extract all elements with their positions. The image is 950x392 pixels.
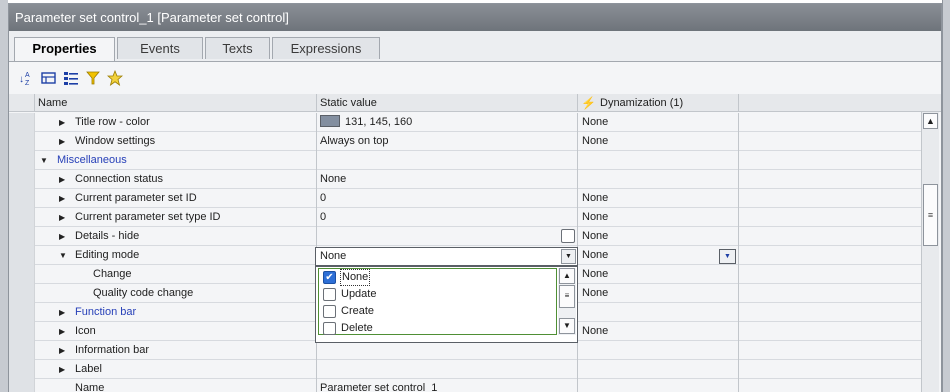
grid-header: Name Static value ⚡ Dynamization (1) <box>9 94 941 112</box>
expand-arrow-icon[interactable]: ▶ <box>59 322 65 341</box>
scroll-down-icon[interactable]: ▼ <box>559 318 575 334</box>
row-label: Editing mode <box>75 249 140 261</box>
table-row[interactable]: ▶ Information bar <box>9 341 921 360</box>
header-dynamization[interactable]: ⚡ Dynamization (1) <box>578 94 739 112</box>
row-label: Connection status <box>75 173 164 185</box>
checkbox-icon[interactable] <box>323 322 336 335</box>
chevron-down-icon[interactable]: ▼ <box>561 249 576 264</box>
editing-mode-dropdown: ✔ None Update Create Delete ▲ ≡ ▼ <box>315 266 578 343</box>
expand-arrow-icon[interactable]: ▶ <box>59 170 65 189</box>
expand-arrow-icon[interactable]: ▶ <box>59 208 65 227</box>
row-static-value[interactable]: None <box>317 170 578 189</box>
tab-events[interactable]: Events <box>117 37 203 59</box>
row-dynamization[interactable]: None <box>578 322 739 341</box>
table-row[interactable]: ▶ Current parameter set ID 0 None <box>9 189 921 208</box>
tab-properties[interactable]: Properties <box>14 37 115 61</box>
header-name[interactable]: Name <box>35 94 317 112</box>
table-row[interactable]: ▶ Window settings Always on top None <box>9 132 921 151</box>
scroll-up-icon[interactable]: ▲ <box>559 268 575 284</box>
collapse-arrow-icon[interactable]: ▼ <box>40 151 48 170</box>
details-hide-checkbox[interactable] <box>561 229 575 243</box>
row-label: Function bar <box>75 306 137 318</box>
row-label: Title row - color <box>75 116 150 128</box>
table-row[interactable]: Name Parameter set control_1 <box>9 379 921 392</box>
table-row[interactable]: ▶ Label <box>9 360 921 379</box>
row-static-value[interactable]: Always on top <box>317 132 578 151</box>
row-dynamization[interactable]: None <box>578 265 739 284</box>
header-dynamization-label: Dynamization (1) <box>600 97 684 109</box>
row-dynamization[interactable] <box>578 170 739 189</box>
expand-arrow-icon[interactable]: ▶ <box>59 341 65 360</box>
row-label: Name <box>75 382 105 392</box>
expand-arrow-icon[interactable]: ▶ <box>59 113 65 132</box>
lightning-icon: ⚡ <box>581 96 596 110</box>
collapse-arrow-icon[interactable]: ▼ <box>59 246 67 265</box>
toolbar: ↓ A Z <box>9 61 941 94</box>
svg-text:↓: ↓ <box>19 74 24 85</box>
group-row[interactable]: ▼ Miscellaneous <box>9 151 921 170</box>
row-label: Icon <box>75 325 96 337</box>
svg-text:Z: Z <box>25 80 30 86</box>
expand-arrow-icon[interactable]: ▶ <box>59 360 65 379</box>
row-label: Current parameter set ID <box>75 192 197 204</box>
category-icon[interactable] <box>40 69 58 87</box>
dropdown-scrollbar[interactable]: ▲ ≡ ▼ <box>558 268 576 335</box>
row-static-value[interactable]: 0 <box>317 189 578 208</box>
background-strip-right <box>942 0 950 392</box>
table-row[interactable]: ▶ Details - hide None <box>9 227 921 246</box>
row-label: Quality code change <box>93 287 194 299</box>
scroll-thumb[interactable]: ≡ <box>923 184 938 246</box>
row-static-value: 131, 145, 160 <box>345 116 413 128</box>
checkbox-checked-icon[interactable]: ✔ <box>323 271 336 284</box>
background-strip-left <box>0 0 8 392</box>
row-label: Current parameter set type ID <box>75 211 221 223</box>
scroll-thumb[interactable]: ≡ <box>559 285 575 308</box>
row-label: Information bar <box>75 344 149 356</box>
expand-arrow-icon[interactable]: ▶ <box>59 227 65 246</box>
group-label: Miscellaneous <box>57 154 127 166</box>
dynamization-dropdown-icon[interactable]: ▼ <box>719 249 736 264</box>
tab-expressions[interactable]: Expressions <box>272 37 380 59</box>
checkbox-icon[interactable] <box>323 305 336 318</box>
row-dynamization[interactable]: None <box>578 208 739 227</box>
expand-arrow-icon[interactable]: ▶ <box>59 303 65 322</box>
row-label: Change <box>93 268 132 280</box>
header-spacer <box>9 94 35 112</box>
row-dynamization[interactable]: None <box>578 132 739 151</box>
svg-text:A: A <box>25 72 30 79</box>
color-swatch[interactable] <box>320 115 340 127</box>
table-row[interactable]: ▶ Current parameter set type ID 0 None <box>9 208 921 227</box>
expand-arrow-icon[interactable]: ▶ <box>59 132 65 151</box>
vertical-scrollbar[interactable]: ▲ ≡ <box>921 112 939 392</box>
checkbox-icon[interactable] <box>323 288 336 301</box>
row-dynamization[interactable]: None <box>578 227 739 246</box>
table-row[interactable]: ▶ Connection status None <box>9 170 921 189</box>
option-list: ✔ None Update Create Delete <box>318 268 557 335</box>
row-dynamization[interactable]: None <box>578 113 739 132</box>
expand-arrow-icon[interactable]: ▶ <box>59 189 65 208</box>
row-label: Details - hide <box>75 230 140 242</box>
property-grid: Name Static value ⚡ Dynamization (1) ▶ T… <box>9 94 941 392</box>
scroll-up-icon[interactable]: ▲ <box>923 113 938 129</box>
row-label: Window settings <box>75 135 156 147</box>
row-dynamization[interactable]: None <box>578 189 739 208</box>
row-static-value[interactable]: 0 <box>317 208 578 227</box>
row-static-value[interactable]: Parameter set control_1 <box>317 379 578 392</box>
table-row[interactable]: ▶ Title row - color 131, 145, 160 None <box>9 113 921 132</box>
list-icon[interactable] <box>62 69 80 87</box>
inspector-panel: Parameter set control_1 [Parameter set c… <box>8 3 942 392</box>
row-label: Label <box>75 363 102 375</box>
editing-mode-value: None <box>320 250 347 262</box>
row-dynamization[interactable]: None <box>578 284 739 303</box>
editing-mode-combo[interactable]: None ▼ <box>315 247 578 266</box>
sort-icon[interactable]: ↓ A Z <box>18 69 36 87</box>
tab-texts[interactable]: Texts <box>205 37 270 59</box>
filter-icon[interactable] <box>84 69 102 87</box>
favorites-icon[interactable] <box>106 69 124 87</box>
header-static-value[interactable]: Static value <box>317 94 578 112</box>
row-dynamization[interactable]: None <box>578 246 739 265</box>
panel-title: Parameter set control_1 [Parameter set c… <box>9 4 941 31</box>
